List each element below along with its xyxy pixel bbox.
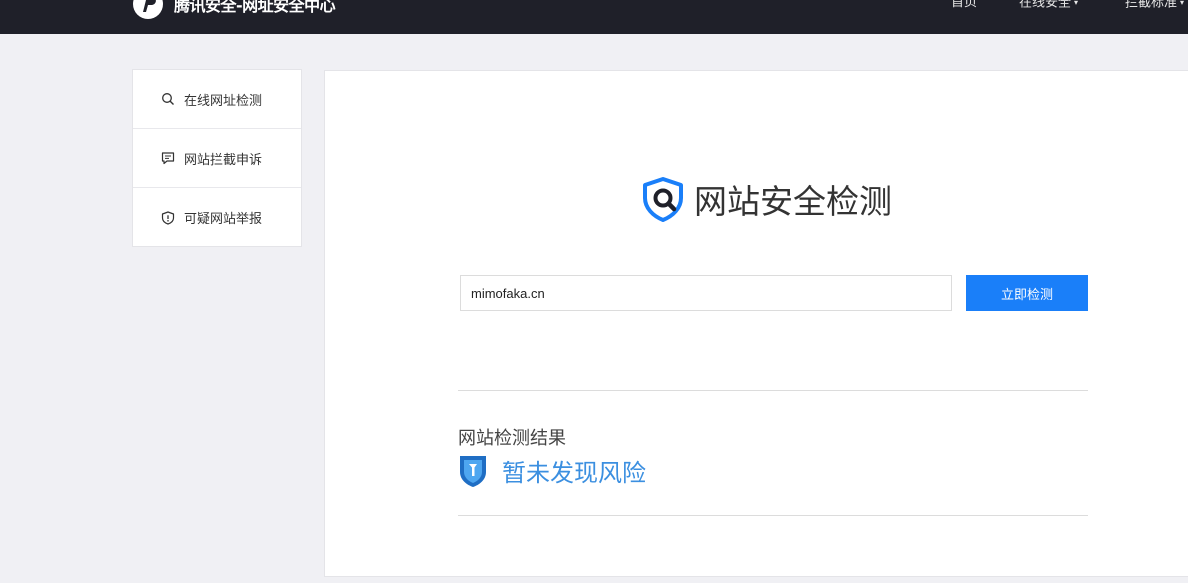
result-label: 网站检测结果 [458, 428, 566, 449]
sidebar-item-label: 在线网址检测 [184, 93, 263, 109]
result-status-text: 暂未发现风险 [502, 459, 646, 487]
nav-block-standards-label: 拦截标准 [1125, 0, 1178, 11]
shield-search-icon [643, 177, 683, 222]
page-title: 网站安全检测 [694, 182, 892, 221]
url-input[interactable] [460, 275, 952, 311]
nav-online-security[interactable]: 在线安全 ▾ [1019, 0, 1078, 18]
nav-home[interactable]: 首页 [951, 0, 977, 18]
sidebar-item-url-check[interactable]: 在线网址检测 [133, 70, 301, 129]
sidebar: 在线网址检测 网站拦截申诉 可疑网站举报 [132, 69, 302, 247]
tencent-security-logo-icon [133, 0, 163, 19]
nav-block-standards[interactable]: 拦截标准 ▾ [1125, 0, 1184, 18]
nav-online-security-label: 在线安全 [1019, 0, 1072, 11]
chat-icon [160, 150, 176, 166]
brand[interactable]: 腾讯安全-网址安全中心 [132, 0, 336, 20]
sidebar-item-appeal[interactable]: 网站拦截申诉 [133, 129, 301, 188]
search-icon [160, 91, 176, 107]
divider [458, 390, 1088, 391]
check-now-button[interactable]: 立即检测 [966, 275, 1088, 311]
shield-alert-icon [160, 210, 176, 226]
divider [458, 515, 1088, 516]
safe-shield-icon [460, 455, 486, 487]
main-panel: 网站安全检测 立即检测 网站检测结果 暂未发现风险 [324, 70, 1188, 577]
top-navigation-bar: 腾讯安全-网址安全中心 首页 在线安全 ▾ 拦截标准 ▾ [0, 0, 1188, 34]
sidebar-item-report[interactable]: 可疑网站举报 [133, 188, 301, 247]
nav-home-label: 首页 [951, 0, 978, 10]
sidebar-item-label: 可疑网站举报 [184, 212, 263, 227]
chevron-down-icon: ▾ [1180, 0, 1185, 7]
chevron-down-icon: ▾ [1074, 0, 1079, 7]
result-status: 暂未发现风险 [458, 453, 646, 488]
page-header: 网站安全检测 [640, 175, 892, 223]
sidebar-item-label: 网站拦截申诉 [184, 152, 263, 168]
brand-title: 腾讯安全-网址安全中心 [174, 0, 336, 15]
